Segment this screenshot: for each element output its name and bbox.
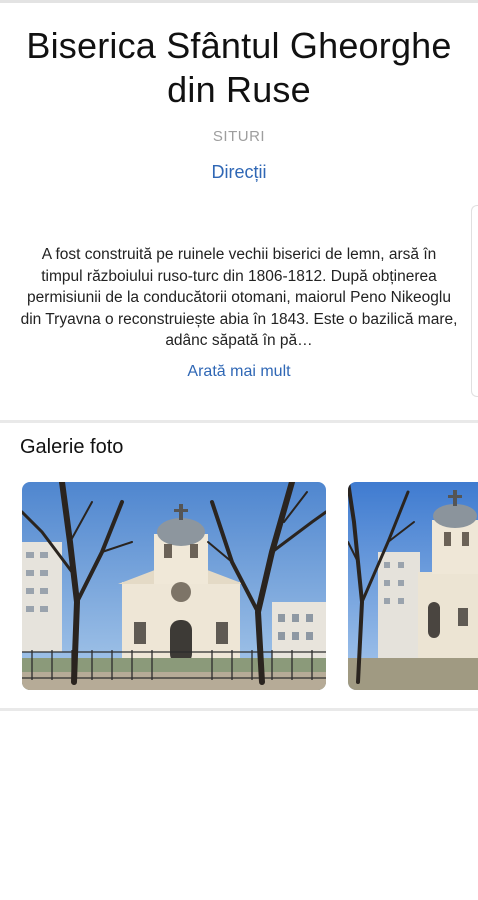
church-photo-image [22,482,326,690]
photo-gallery[interactable] [22,482,478,692]
category-label: SITURI [212,128,266,145]
description-text: A fost construită pe ruinele vechii bise… [20,246,458,349]
gallery-title: Galerie foto [20,436,124,458]
show-more-link[interactable]: Arată mai mult [0,363,478,381]
section-divider [0,708,478,711]
page-title: Biserica Sfântul Gheorghe din Ruse [26,25,452,110]
top-divider [0,0,478,3]
directions-link[interactable]: Direcții [0,162,478,183]
section-divider [0,420,478,423]
gallery-photo-church-side[interactable] [348,482,478,690]
church-photo-image [348,482,478,690]
gallery-photo-church-front[interactable] [22,482,326,690]
